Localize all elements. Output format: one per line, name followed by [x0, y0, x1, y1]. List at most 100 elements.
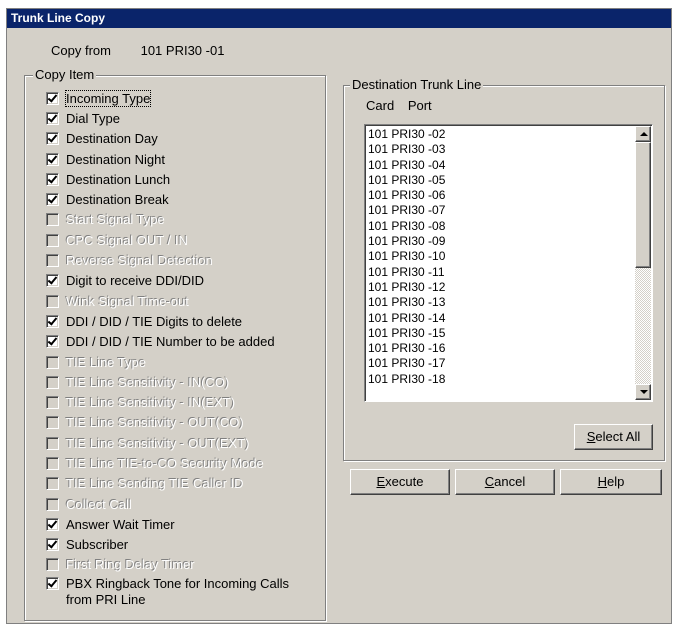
checkbox-label: Digit to receive DDI/DID — [66, 273, 204, 289]
copy-from-label: Copy from — [51, 43, 111, 58]
copy-item-checkbox-row: TIE Line TIE-to-CO Security Mode — [46, 453, 296, 473]
copy-item-checkbox-row[interactable]: Destination Day — [46, 129, 296, 149]
copy-item-checkbox-row[interactable]: Destination Lunch — [46, 169, 296, 189]
checkbox-label: TIE Line Sensitivity - IN(EXT) — [66, 395, 236, 411]
column-header-port: Port — [407, 98, 432, 113]
checkbox-label: TIE Line Sensitivity - IN(CO) — [66, 374, 230, 390]
scroll-down-button[interactable] — [635, 384, 651, 400]
checkbox-label: Wink Signal Time-out — [66, 293, 189, 309]
checkbox-label: Answer Wait Timer — [66, 516, 175, 532]
checkbox — [46, 558, 59, 572]
vertical-scrollbar[interactable] — [635, 126, 651, 400]
list-item[interactable]: 101 PRI30 -10 — [367, 249, 634, 264]
checkbox[interactable] — [46, 193, 59, 207]
checkbox-label: Destination Lunch — [66, 171, 171, 187]
list-item[interactable]: 101 PRI30 -09 — [367, 234, 634, 249]
checkbox[interactable] — [46, 274, 59, 288]
list-item[interactable]: 101 PRI30 -11 — [367, 265, 634, 280]
copy-item-checkbox-row: TIE Line Sensitivity - OUT(EXT) — [46, 433, 296, 453]
select-all-label: elect All — [595, 429, 641, 444]
checkbox[interactable] — [46, 132, 59, 146]
help-button[interactable]: Help — [560, 469, 662, 495]
list-item[interactable]: 101 PRI30 -03 — [367, 142, 634, 157]
copy-item-group: Copy Item Incoming Type Dial Type Destinat… — [24, 68, 326, 621]
checkbox[interactable] — [46, 335, 59, 349]
checkbox-label: CPC Signal OUT / IN — [66, 232, 188, 248]
list-item[interactable]: 101 PRI30 -13 — [367, 295, 634, 310]
checkbox — [46, 233, 59, 247]
copy-item-checkbox-row[interactable]: Subscriber — [46, 535, 296, 555]
list-item[interactable]: 101 PRI30 -15 — [367, 326, 634, 341]
copy-item-checkbox-row[interactable]: Dial Type — [46, 108, 296, 128]
list-item[interactable]: 101 PRI30 -16 — [367, 341, 634, 356]
copy-from-row: Copy from 101 PRI30 -01 — [51, 43, 224, 58]
checkbox-label: Destination Day — [66, 131, 158, 147]
checkbox-label: TIE Line TIE-to-CO Security Mode — [66, 455, 264, 471]
cancel-mnemonic: C — [484, 474, 495, 489]
list-item[interactable]: 101 PRI30 -07 — [367, 203, 634, 218]
list-item[interactable]: 101 PRI30 -14 — [367, 311, 634, 326]
copy-item-checkbox-row[interactable]: PBX Ringback Tone for Incoming Calls fro… — [46, 575, 296, 615]
copy-item-checkbox-row: TIE Line Sending TIE Caller ID — [46, 474, 296, 494]
column-headers: Card Port — [366, 98, 442, 113]
copy-item-checkbox-row: First Ring Delay Timer — [46, 555, 296, 575]
list-item[interactable]: 101 PRI30 -06 — [367, 188, 634, 203]
checkbox-label: Destination Break — [66, 192, 169, 208]
checkbox[interactable] — [46, 152, 59, 166]
list-item[interactable]: 101 PRI30 -02 — [367, 127, 634, 142]
checkbox-label: First Ring Delay Timer — [66, 557, 195, 573]
list-item[interactable]: 101 PRI30 -04 — [367, 158, 634, 173]
execute-button[interactable]: Execute — [350, 469, 450, 495]
copy-item-checkbox-row[interactable]: Digit to receive DDI/DID — [46, 271, 296, 291]
checkbox — [46, 416, 59, 430]
checkbox[interactable] — [46, 111, 59, 125]
checkbox[interactable] — [46, 91, 59, 105]
list-item[interactable]: 101 PRI30 -05 — [367, 173, 634, 188]
execute-label: xecute — [385, 474, 424, 489]
copy-item-checkbox-row[interactable]: DDI / DID / TIE Number to be added — [46, 332, 296, 352]
help-label: elp — [607, 474, 625, 489]
checkbox[interactable] — [46, 577, 59, 591]
copy-item-checkbox-row[interactable]: Destination Night — [46, 149, 296, 169]
copy-item-checkbox-row[interactable]: Answer Wait Timer — [46, 514, 296, 534]
cancel-button[interactable]: Cancel — [455, 469, 555, 495]
arrow-down-icon — [640, 390, 648, 394]
checkbox-label: TIE Line Type — [66, 354, 146, 370]
execute-mnemonic: E — [376, 474, 386, 489]
trunk-line-copy-dialog: Trunk Line Copy Copy from 101 PRI30 -01 … — [6, 8, 672, 624]
copy-item-checkbox-row[interactable]: Destination Break — [46, 189, 296, 209]
checkbox[interactable] — [46, 517, 59, 531]
checkbox — [46, 456, 59, 470]
checkbox-label: PBX Ringback Tone for Incoming Calls fro… — [66, 576, 290, 608]
list-item[interactable]: 101 PRI30 -17 — [367, 356, 634, 371]
destination-trunk-listbox[interactable]: 101 PRI30 -02 101 PRI30 -03 101 PRI30 -04 1… — [364, 124, 653, 402]
copy-item-checkbox-row: TIE Line Sensitivity - OUT(CO) — [46, 413, 296, 433]
checkbox[interactable] — [46, 314, 59, 328]
cancel-label: ancel — [494, 474, 526, 489]
copy-item-checkbox-row[interactable]: Incoming Type — [46, 88, 296, 108]
column-header-card: Card — [366, 98, 395, 113]
copy-item-checkbox-row: TIE Line Sensitivity - IN(CO) — [46, 372, 296, 392]
select-all-button[interactable]: Select All — [574, 424, 653, 450]
checkbox-label: Subscriber — [66, 537, 129, 553]
list-item[interactable]: 101 PRI30 -18 — [367, 372, 634, 387]
copy-item-checkbox-row[interactable]: DDI / DID / TIE Digits to delete — [46, 311, 296, 331]
checkbox — [46, 396, 59, 410]
copy-item-checkbox-row: Start Signal Type — [46, 210, 296, 230]
destination-trunk-rows: 101 PRI30 -02 101 PRI30 -03 101 PRI30 -04 1… — [367, 127, 634, 387]
list-item[interactable]: 101 PRI30 -08 — [367, 219, 634, 234]
checkbox — [46, 254, 59, 268]
checkbox — [46, 213, 59, 227]
checkbox-label: Incoming Type — [64, 89, 152, 107]
scroll-up-button[interactable] — [635, 126, 651, 142]
checkbox-label: Start Signal Type — [66, 212, 165, 228]
checkbox-label: DDI / DID / TIE Number to be added — [66, 334, 275, 350]
checkbox[interactable] — [46, 172, 59, 186]
checkbox[interactable] — [46, 538, 59, 552]
checkbox — [46, 375, 59, 389]
destination-trunk-line-group: Destination Trunk Line Card Port 101 PRI… — [343, 78, 665, 461]
scroll-thumb[interactable] — [635, 142, 651, 268]
checkbox-label: DDI / DID / TIE Digits to delete — [66, 313, 243, 329]
list-item[interactable]: 101 PRI30 -12 — [367, 280, 634, 295]
checkbox-label: Dial Type — [66, 110, 120, 126]
